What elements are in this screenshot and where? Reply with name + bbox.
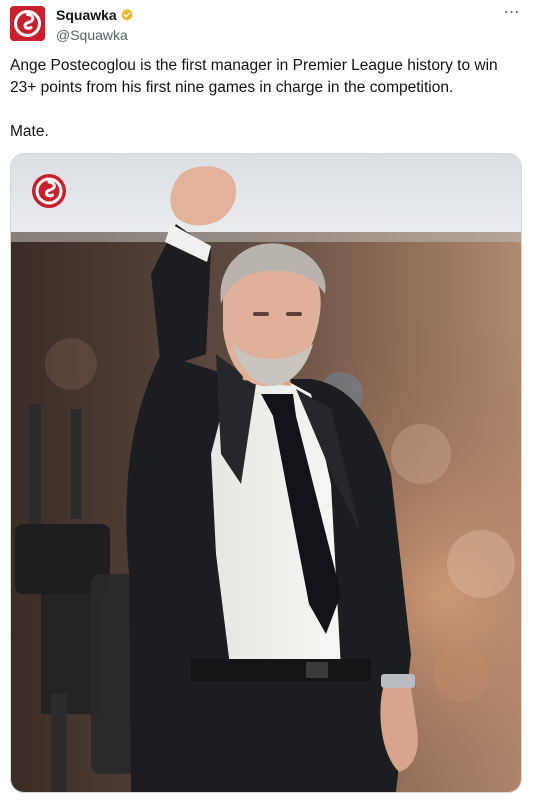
photo-image [11, 154, 521, 792]
verified-badge-icon [120, 8, 134, 22]
tweet-media-photo[interactable] [10, 153, 522, 793]
tweet-text-line-2: Mate. [10, 123, 49, 140]
squawka-logo-icon [10, 6, 45, 41]
avatar[interactable] [10, 6, 45, 41]
tweet-card: Squawka @Squawka ⋯ Ange Postecoglou is t… [0, 0, 536, 800]
display-name[interactable]: Squawka [56, 6, 117, 24]
tweet-text-line-1: Ange Postecoglou is the first manager in… [10, 57, 498, 96]
squawka-watermark-icon [32, 174, 66, 208]
handle[interactable]: @Squawka [56, 26, 486, 44]
tweet-header: Squawka @Squawka [56, 6, 486, 44]
tweet-text: Ange Postecoglou is the first manager in… [10, 55, 520, 143]
more-options-icon[interactable]: ⋯ [502, 5, 522, 22]
name-row: Squawka [56, 6, 486, 24]
